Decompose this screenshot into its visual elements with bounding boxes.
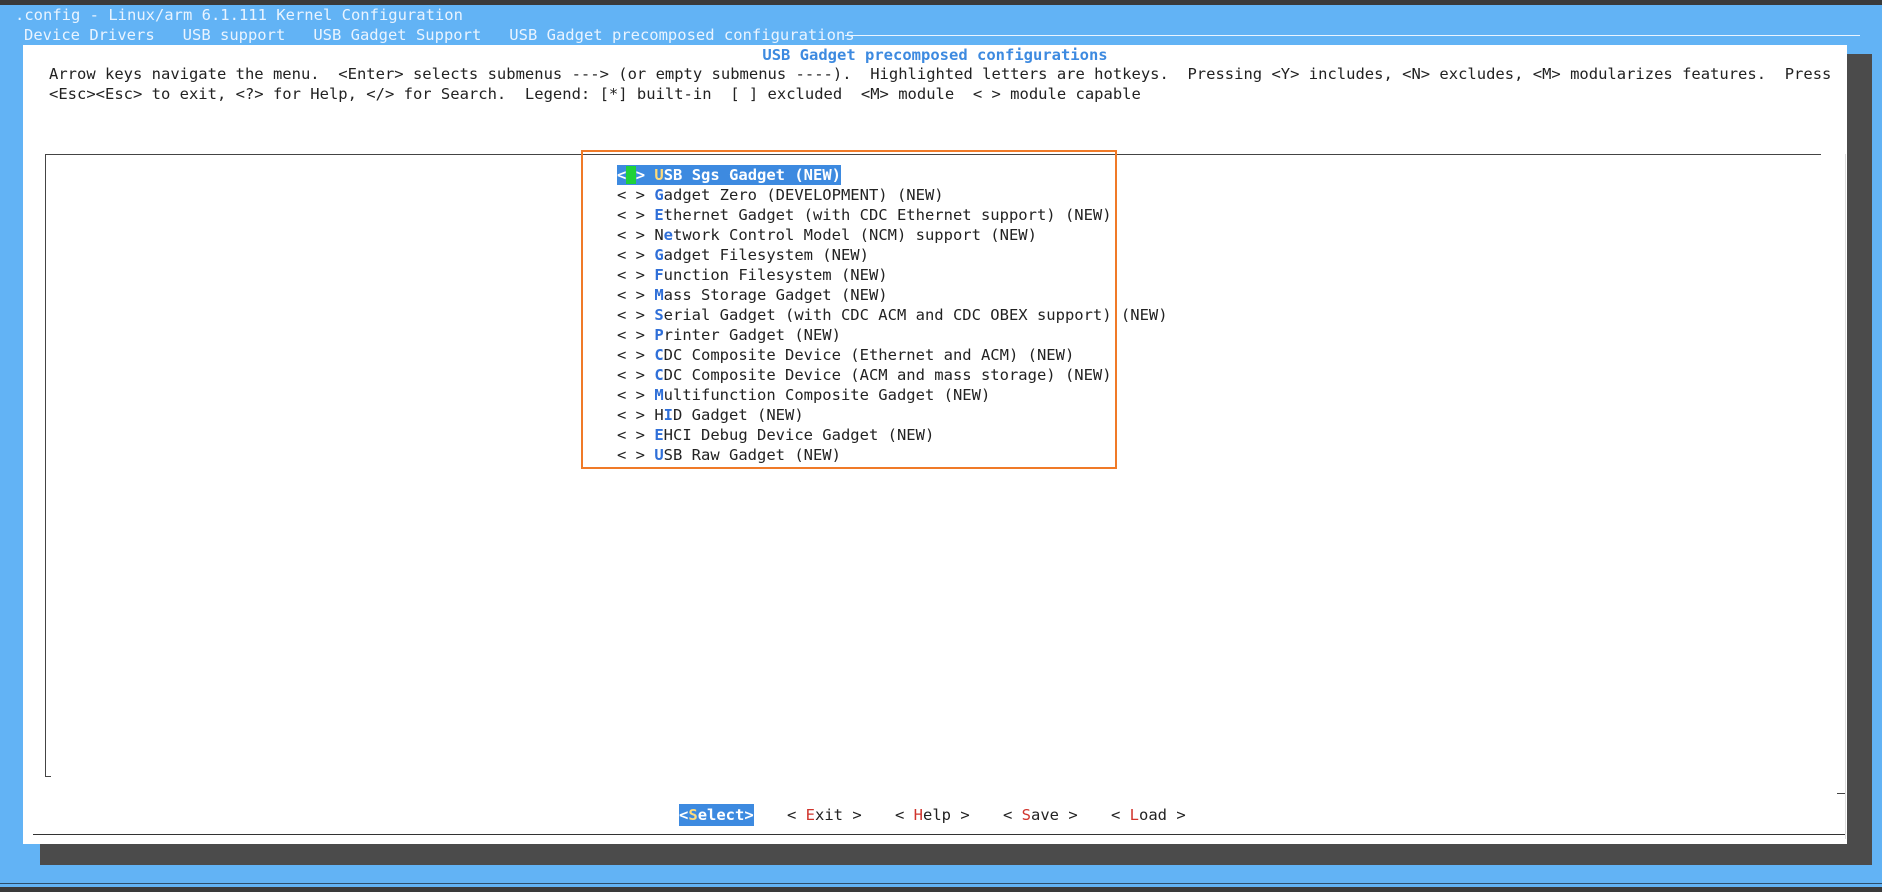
menu-box-border [1837,793,1845,794]
menu-item-label: SB Sgs Gadget (NEW) [663,166,842,184]
menu-item-label: unction Filesystem (NEW) [663,266,888,284]
menu-item-hotkey: e [663,226,674,244]
menu-item[interactable]: < > HID Gadget (NEW) [617,405,1168,425]
menu-item-label-lead: H [654,406,664,424]
menu-item[interactable]: < > Printer Gadget (NEW) [617,325,1168,345]
breadcrumb-precomposed: USB Gadget precomposed configurations [509,26,855,44]
menu-item-label: adget Filesystem (NEW) [663,246,869,264]
bottom-rule [0,883,1882,884]
menu-item[interactable]: < > Gadget Filesystem (NEW) [617,245,1168,265]
menu-item[interactable]: < > USB Raw Gadget (NEW) [617,445,1168,465]
module-checkbox: < > [617,166,655,184]
menu-item-label: DC Composite Device (Ethernet and ACM) (… [663,346,1075,364]
help-text-line-1: Arrow keys navigate the menu. <Enter> se… [49,65,1832,83]
menu-item-label: thernet Gadget (with CDC Ethernet suppor… [663,206,1112,224]
module-checkbox: < > [617,446,655,464]
menu-item[interactable]: < > USB Sgs Gadget (NEW) [617,165,842,185]
breadcrumb-usb-support: USB support [182,26,286,44]
menu-item-label: twork Control Model (NCM) support (NEW) [673,226,1037,244]
menu-item-hotkey: U [654,166,664,184]
select-button[interactable]: <Select> [679,804,754,826]
menu-item-label: ultifunction Composite Gadget (NEW) [663,386,991,404]
module-checkbox: < > [617,246,655,264]
menu-item[interactable]: < > EHCI Debug Device Gadget (NEW) [617,425,1168,445]
menu-item[interactable]: < > Ethernet Gadget (with CDC Ethernet s… [617,205,1168,225]
menu-item-hotkey: S [654,306,664,324]
dialog-title: USB Gadget precomposed configurations [762,46,1108,64]
breadcrumb-device-drivers: Device Drivers [24,26,155,44]
menu-box-border [1845,154,1846,839]
menu-item-hotkey: F [654,266,664,284]
menu-list: < > USB Sgs Gadget (NEW) < > Gadget Zero … [617,165,1168,465]
menu-item-label: D Gadget (NEW) [673,406,804,424]
menu-item-label: erial Gadget (with CDC ACM and CDC OBEX … [663,306,1168,324]
menu-item[interactable]: < > Serial Gadget (with CDC ACM and CDC … [617,305,1168,325]
menu-item-hotkey: C [654,366,664,384]
breadcrumb: Device Drivers USB support USB Gadget Su… [24,25,883,45]
menu-item-hotkey: E [654,206,664,224]
module-checkbox: < > [617,266,655,284]
menu-item-label: adget Zero (DEVELOPMENT) (NEW) [663,186,944,204]
menu-box-border [45,154,46,776]
menu-item[interactable]: < > CDC Composite Device (Ethernet and A… [617,345,1168,365]
exit-button[interactable]: < Exit > [787,804,862,826]
breadcrumb-rule [845,35,1860,36]
module-checkbox: < > [617,306,655,324]
menu-item-label: DC Composite Device (ACM and mass storag… [663,366,1112,384]
module-checkbox: < > [617,326,655,344]
menu-item-hotkey: G [654,186,664,204]
dialog-separator [33,834,1845,835]
module-checkbox: < > [617,186,655,204]
module-checkbox: < > [617,286,655,304]
save-button[interactable]: < Save > [1003,804,1078,826]
breadcrumb-usb-gadget-support: USB Gadget Support [313,26,482,44]
module-checkbox: < > [617,366,655,384]
menu-item[interactable]: < > Mass Storage Gadget (NEW) [617,285,1168,305]
text-cursor [626,166,636,184]
menu-item-hotkey: C [654,346,664,364]
menu-item-hotkey: P [654,326,664,344]
menu-item-hotkey: G [654,246,664,264]
module-checkbox: < > [617,426,655,444]
window-title: .config - Linux/arm 6.1.111 Kernel Confi… [15,6,463,24]
module-checkbox: < > [617,346,655,364]
menu-item-hotkey: M [654,286,664,304]
menu-item-label: HCI Debug Device Gadget (NEW) [663,426,935,444]
load-button[interactable]: < Load > [1111,804,1186,826]
bottom-border [0,887,1882,892]
module-checkbox: < > [617,386,655,404]
menu-box-border [45,776,51,777]
menu-item-hotkey: U [654,446,664,464]
menu-item-label: SB Raw Gadget (NEW) [663,446,841,464]
menu-item-label-lead: N [654,226,664,244]
module-checkbox: < > [617,406,655,424]
module-checkbox: < > [617,226,655,244]
menu-item[interactable]: < > Network Control Model (NCM) support … [617,225,1168,245]
menu-dialog: USB Gadget precomposed configurations Ar… [23,45,1847,844]
menu-item-label: ass Storage Gadget (NEW) [663,286,888,304]
menu-item[interactable]: < > Multifunction Composite Gadget (NEW) [617,385,1168,405]
menu-item[interactable]: < > Function Filesystem (NEW) [617,265,1168,285]
menu-item-hotkey: E [654,426,664,444]
module-checkbox: < > [617,206,655,224]
menu-item-hotkey: I [663,406,674,424]
menu-item-hotkey: M [654,386,664,404]
menu-item[interactable]: < > CDC Composite Device (ACM and mass s… [617,365,1168,385]
button-row: <Select> < Exit > < Help > < Save > < Lo… [23,804,1847,826]
menu-item-label: rinter Gadget (NEW) [663,326,841,344]
help-text-line-2: <Esc><Esc> to exit, <?> for Help, </> fo… [49,85,1141,103]
menu-item[interactable]: < > Gadget Zero (DEVELOPMENT) (NEW) [617,185,1168,205]
help-button[interactable]: < Help > [895,804,970,826]
